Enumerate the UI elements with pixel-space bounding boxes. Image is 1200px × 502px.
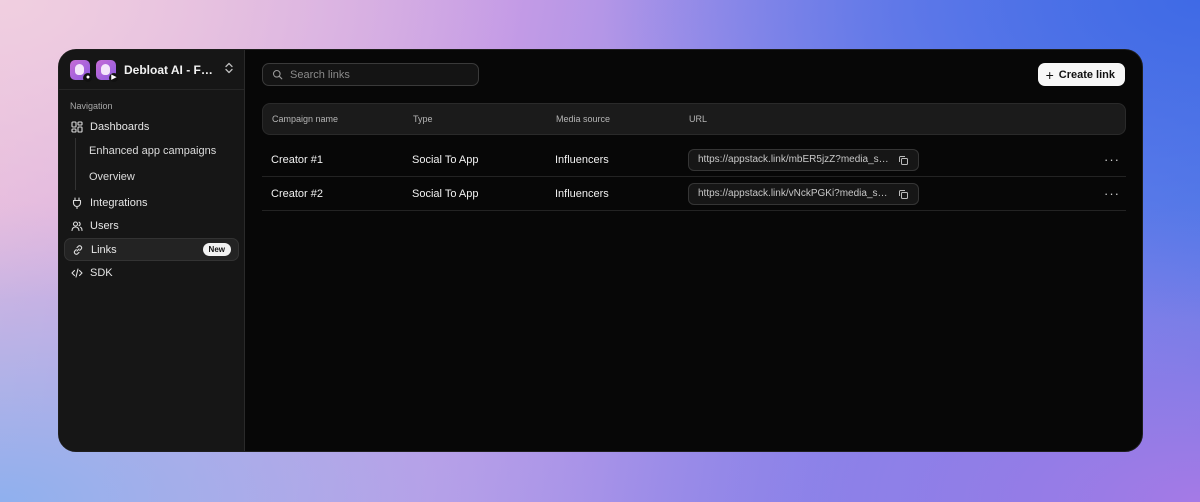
media-source-cell: Influencers — [555, 187, 609, 200]
type-cell: Social To App — [412, 153, 479, 166]
create-link-label: Create link — [1058, 68, 1115, 81]
column-header-media-source[interactable]: Media source — [556, 114, 689, 124]
row-more-button[interactable]: ··· — [1104, 153, 1120, 166]
url-text: https://appstack.link/mbER5jzZ?media_sou… — [698, 154, 890, 165]
main-content: Search links + Create link Campaign name… — [245, 50, 1142, 451]
plug-icon — [72, 196, 82, 209]
column-header-url[interactable]: URL — [689, 114, 1125, 124]
sidebar-item-overview[interactable]: Overview — [89, 164, 244, 190]
search-icon — [272, 69, 283, 80]
dashboards-subnav: Enhanced app campaigns Overview — [75, 138, 244, 190]
create-link-button[interactable]: + Create link — [1037, 63, 1125, 86]
search-placeholder: Search links — [290, 68, 350, 81]
media-source-cell: Influencers — [555, 153, 609, 166]
sidebar-item-users[interactable]: Users — [64, 214, 239, 237]
sidebar-item-label: Users — [90, 219, 119, 232]
workspace-name: Debloat AI - Facial Exercises — [124, 62, 216, 77]
table-row[interactable]: Creator #2 Social To App Influencers htt… — [262, 177, 1126, 211]
column-header-campaign-name[interactable]: Campaign name — [263, 114, 413, 124]
dashboard-icon — [71, 120, 83, 133]
plus-icon: + — [1045, 66, 1054, 83]
nav-heading: Navigation — [70, 101, 113, 111]
sidebar-item-label: Dashboards — [90, 120, 150, 133]
chevron-updown-icon — [224, 61, 234, 79]
copy-icon[interactable] — [898, 189, 909, 200]
workspace-switcher[interactable]: ● ▶ Debloat AI - Facial Exercises — [59, 50, 244, 90]
sidebar-item-label: Integrations — [90, 196, 148, 209]
sidebar-item-sdk[interactable]: SDK — [64, 261, 239, 284]
table-row[interactable]: Creator #1 Social To App Influencers htt… — [262, 143, 1126, 177]
sidebar-item-dashboards[interactable]: Dashboards — [64, 115, 239, 138]
column-header-type[interactable]: Type — [413, 114, 556, 124]
new-badge: New — [202, 243, 231, 256]
sidebar-item-integrations[interactable]: Integrations — [64, 191, 239, 214]
table-body: Creator #1 Social To App Influencers htt… — [262, 143, 1126, 211]
sidebar-item-label: SDK — [90, 266, 113, 279]
url-cell: https://appstack.link/mbER5jzZ?media_sou… — [688, 148, 1104, 171]
url-cell: https://appstack.link/vNckPGKi?media_sou… — [688, 182, 1104, 205]
links-table: Campaign name Type Media source URL Crea… — [262, 103, 1126, 211]
url-field[interactable]: https://appstack.link/vNckPGKi?media_sou… — [688, 182, 919, 205]
row-more-button[interactable]: ··· — [1104, 187, 1120, 200]
table-header: Campaign name Type Media source URL — [262, 103, 1126, 135]
type-cell: Social To App — [412, 187, 479, 200]
users-icon — [71, 220, 83, 231]
platform-logo-icon: ▶ — [96, 59, 119, 83]
link-icon — [73, 244, 83, 255]
app-logo-icon: ● — [70, 59, 93, 83]
sidebar-item-label: Links — [91, 243, 117, 256]
sidebar-item-links[interactable]: Links New — [64, 238, 239, 261]
url-text: https://appstack.link/vNckPGKi?media_sou… — [698, 188, 890, 199]
app-window: ● ▶ Debloat AI - Facial Exercises Naviga… — [58, 49, 1143, 452]
campaign-name-cell: Creator #2 — [271, 187, 323, 200]
campaign-name-cell: Creator #1 — [271, 153, 323, 166]
code-icon — [71, 267, 83, 278]
search-input[interactable]: Search links — [262, 63, 479, 86]
sidebar: ● ▶ Debloat AI - Facial Exercises Naviga… — [59, 50, 245, 451]
url-field[interactable]: https://appstack.link/mbER5jzZ?media_sou… — [688, 148, 919, 171]
copy-icon[interactable] — [898, 155, 909, 166]
sidebar-item-enhanced-app-campaigns[interactable]: Enhanced app campaigns — [89, 138, 244, 164]
